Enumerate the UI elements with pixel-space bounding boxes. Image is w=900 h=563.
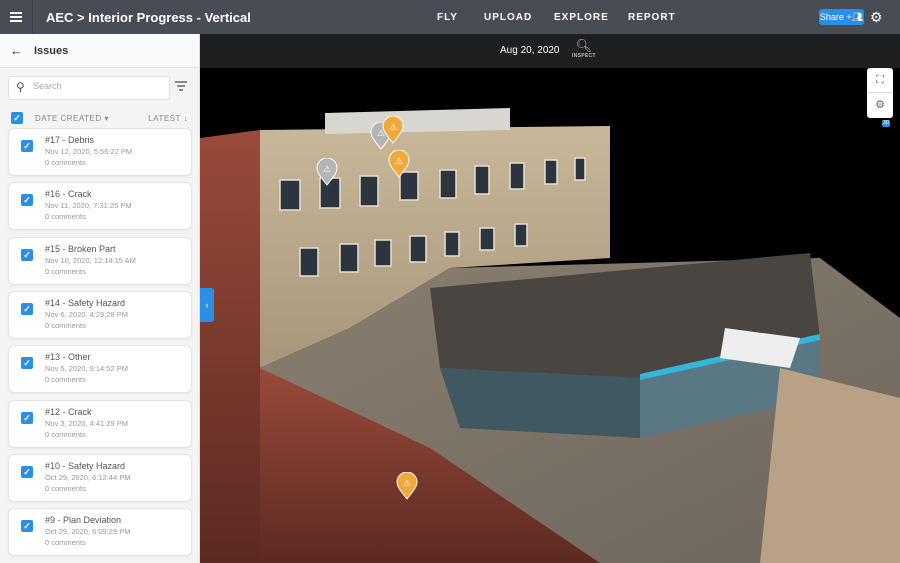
issue-title: #14 - Safety Hazard	[45, 297, 126, 308]
issue-card[interactable]: ✓ #12 - Crack Nov 3, 2020, 4:41:29 PM 0 …	[8, 399, 192, 448]
issue-card[interactable]: ✓ #9 - Plan Deviation Oct 29, 2020, 6:09…	[8, 508, 192, 557]
issue-date: Nov 12, 2020, 5:56:22 PM	[45, 147, 133, 156]
issue-comments: 0 comments	[45, 158, 86, 167]
issue-title: #15 - Broken Part	[45, 243, 116, 254]
issue-card[interactable]: ✓ #13 - Other Nov 5, 2020, 9:14:52 PM 0 …	[8, 345, 192, 394]
issue-title: #9 - Plan Deviation	[45, 515, 122, 526]
issue-date: Nov 3, 2020, 4:41:29 PM	[45, 418, 128, 428]
select-all-checkbox[interactable]: ✓	[11, 112, 23, 124]
issue-checkbox[interactable]: ✓	[21, 357, 33, 370]
share-button[interactable]: Share +👥︎	[819, 9, 864, 25]
3d-badge: 3D	[882, 120, 891, 127]
issue-title: #17 - Debris	[45, 135, 95, 145]
issue-checkbox[interactable]: ✓	[21, 411, 33, 424]
sidebar-title: Issues	[34, 44, 69, 57]
nav-explore[interactable]: EXPLORE	[554, 12, 609, 23]
issues-sidebar: ← Issues ⚲ ✓ DATE CREATED ▾ LATEST ↓ ✓ #…	[0, 34, 200, 563]
issue-marker-warning[interactable]: ⚠	[388, 149, 410, 178]
issue-title: #16 - Crack	[45, 189, 92, 200]
issue-title: #13 - Other	[45, 352, 91, 363]
sort-field-dropdown[interactable]: DATE CREATED ▾	[35, 114, 109, 123]
issue-card[interactable]: ✓ #10 - Safety Hazard Oct 29, 2020, 6:12…	[8, 453, 192, 502]
issue-title: #10 - Safety Hazard	[45, 460, 126, 471]
issue-marker-warning[interactable]: ⚠	[396, 471, 418, 500]
nav-report[interactable]: REPORT	[628, 12, 676, 23]
sort-order-toggle[interactable]: LATEST ↓	[148, 114, 188, 123]
viewer-toolbar: ⛶ ⚙ 3D	[867, 68, 893, 127]
issue-card[interactable]: ✓ #16 - Crack Nov 11, 2020, 7:31:25 PM 0…	[8, 182, 192, 231]
issue-comments: 0 comments	[45, 483, 86, 493]
3d-settings-gear-icon[interactable]: ⚙ 3D	[867, 93, 893, 127]
svg-text:⚠: ⚠	[395, 156, 403, 166]
issue-marker-gray[interactable]: ⚠	[316, 157, 338, 186]
issue-checkbox[interactable]: ✓	[21, 194, 33, 207]
recenter-focus-icon[interactable]: ⛶	[867, 68, 893, 93]
project-breadcrumb: AEC > Interior Progress - Vertical	[46, 10, 251, 25]
back-arrow-icon[interactable]: ←	[10, 43, 24, 58]
search-box[interactable]: ⚲	[8, 76, 170, 100]
hamburger-icon	[10, 16, 22, 18]
settings-gear-icon[interactable]: ⚙	[870, 9, 883, 25]
issue-date: Nov 11, 2020, 7:31:25 PM	[45, 201, 132, 211]
top-bar: AEC > Interior Progress - Vertical FLY U…	[0, 0, 900, 34]
issue-marker-warning[interactable]: ⚠	[382, 115, 404, 144]
add-people-icon: +👥︎	[846, 12, 864, 22]
inspect-button[interactable]: 🔍︎ INSPECT	[572, 38, 596, 60]
svg-text:⚠: ⚠	[403, 478, 411, 488]
nav-fly[interactable]: FLY	[437, 12, 458, 23]
search-icon: ⚲	[16, 80, 25, 94]
issue-checkbox[interactable]: ✓	[21, 520, 33, 533]
collapse-sidebar-button[interactable]: ‹	[200, 288, 214, 322]
svg-text:⚠: ⚠	[389, 122, 397, 132]
nav-upload[interactable]: UPLOAD	[484, 12, 532, 23]
issue-date: Oct 29, 2020, 6:12:44 PM	[45, 472, 131, 482]
building-model	[200, 108, 900, 563]
issue-card[interactable]: ✓ #17 - Debris Nov 12, 2020, 5:56:22 PM …	[8, 128, 192, 176]
search-input[interactable]	[33, 81, 163, 91]
sort-row: ✓ DATE CREATED ▾ LATEST ↓	[0, 111, 200, 125]
3d-model-viewer[interactable]: ⚠ ⚠ ⚠ ⚠ ⚠	[200, 68, 900, 563]
issue-comments: 0 comments	[45, 375, 86, 385]
svg-text:⚠: ⚠	[323, 164, 331, 174]
issue-date: Oct 29, 2020, 6:09:29 PM	[45, 527, 131, 537]
inspect-magnifier-icon: 🔍︎	[575, 38, 593, 53]
issue-comments: 0 comments	[45, 212, 86, 222]
issue-card[interactable]: ✓ #14 - Safety Hazard Nov 6, 2020, 4:29:…	[8, 290, 192, 339]
issue-checkbox[interactable]: ✓	[21, 465, 33, 478]
issue-comments: 0 comments	[45, 429, 86, 439]
issue-checkbox[interactable]: ✓	[21, 140, 33, 152]
issue-date: Nov 5, 2020, 9:14:52 PM	[45, 364, 128, 374]
filter-icon[interactable]	[175, 81, 187, 93]
issue-card[interactable]: ✓ #15 - Broken Part Nov 10, 2020, 12:14:…	[8, 236, 192, 285]
issue-comments: 0 comments	[45, 320, 86, 330]
issue-comments: 0 comments	[45, 538, 86, 548]
issue-comments: 0 comments	[45, 266, 86, 276]
capture-date[interactable]: Aug 20, 2020	[500, 45, 560, 56]
issue-checkbox[interactable]: ✓	[21, 248, 33, 261]
menu-button[interactable]	[0, 0, 33, 34]
chevron-left-icon: ‹	[205, 300, 209, 310]
issue-checkbox[interactable]: ✓	[21, 302, 33, 315]
issue-date: Nov 10, 2020, 12:14:15 AM	[45, 255, 136, 265]
issue-date: Nov 6, 2020, 4:29:28 PM	[45, 309, 128, 319]
sidebar-header: ← Issues	[0, 34, 199, 68]
issue-title: #12 - Crack	[45, 406, 92, 417]
viewer-header: Aug 20, 2020 🔍︎ INSPECT	[200, 34, 900, 68]
